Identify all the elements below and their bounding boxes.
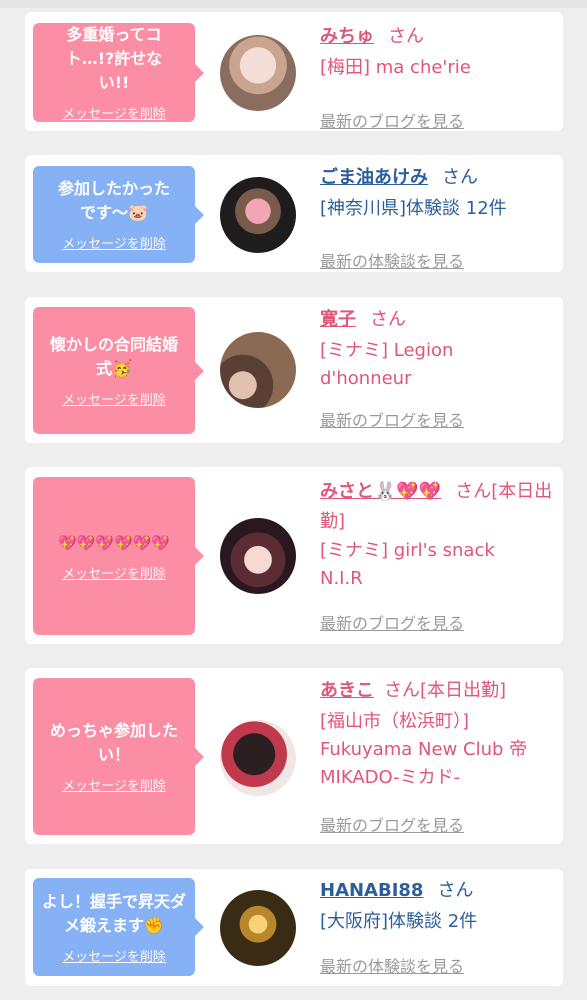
latest-blog-link[interactable]: 最新のブログを見る xyxy=(320,812,464,836)
latest-blog-link[interactable]: 最新のブログを見る xyxy=(320,610,464,634)
avatar[interactable] xyxy=(220,518,296,594)
delete-message-link[interactable]: メッセージを削除 xyxy=(62,389,166,408)
latest-review-link[interactable]: 最新の体験談を見る xyxy=(320,953,464,977)
latest-blog-link[interactable]: 最新のブログを見る xyxy=(320,108,464,132)
profile-name-link[interactable]: みさと🐰💖💖 xyxy=(320,481,441,502)
name-line: 寛子 さん xyxy=(320,307,555,333)
name-suffix: さん xyxy=(442,167,478,188)
profile-info: ごま油あけみ さん [神奈川県]体験談 12件 最新の体験談を見る xyxy=(320,165,555,271)
profile-info: 寛子 さん [ミナミ] Legion d'honneur 最新のブログを見る xyxy=(320,307,555,437)
name-suffix: さん[本日出勤] xyxy=(384,680,507,701)
name-suffix: さん xyxy=(437,880,474,901)
name-line: みちゅ さん xyxy=(320,24,555,50)
shop-label: [神奈川県]体験談 12件 xyxy=(320,198,507,219)
profile-name-link[interactable]: 寛子 xyxy=(320,309,356,330)
message-text: 多重婚ってコト…!?許せない!! xyxy=(65,25,163,92)
profile-name-link[interactable]: HANABI88 xyxy=(320,880,423,901)
shop-label: [ミナミ] girl's snack N.I.R xyxy=(320,540,495,589)
name-line: ごま油あけみ さん xyxy=(320,165,555,191)
message-card: 多重婚ってコト…!?許せない!! メッセージを削除 みちゅ さん [梅田] ma … xyxy=(25,12,563,131)
avatar[interactable] xyxy=(220,890,296,966)
avatar[interactable] xyxy=(220,177,296,253)
name-line: あきこ さん[本日出勤] xyxy=(320,678,555,704)
latest-blog-link[interactable]: 最新のブログを見る xyxy=(320,407,464,431)
delete-message-link[interactable]: メッセージを削除 xyxy=(62,233,166,252)
name-line: HANABI88 さん xyxy=(320,878,555,904)
message-bubble: 💖💖💖💖💖💖 メッセージを削除 xyxy=(33,477,204,635)
profile-info: あきこ さん[本日出勤] [福山市（松浜町）] Fukuyama New Club… xyxy=(320,678,555,838)
profile-name-link[interactable]: ごま油あけみ xyxy=(320,167,428,188)
shop-label: [大阪府]体験談 2件 xyxy=(320,911,478,932)
latest-review-link[interactable]: 最新の体験談を見る xyxy=(320,248,464,272)
message-bubble: 懐かしの合同結婚式🥳 メッセージを削除 xyxy=(33,307,204,434)
profile-info: みさと🐰💖💖 さん[本日出勤] [ミナミ] girl's snack N.I.R … xyxy=(320,477,555,637)
message-text: よし！握手で昇天ダメ鍛えます✊ xyxy=(41,891,186,935)
shop-label: [福山市（松浜町）] Fukuyama New Club 帝 MIKADO-ミカ… xyxy=(320,711,528,788)
message-bubble: よし！握手で昇天ダメ鍛えます✊ メッセージを削除 xyxy=(33,878,204,976)
message-card: 💖💖💖💖💖💖 メッセージを削除 みさと🐰💖💖 さん[本日出勤] [ミナミ] gir… xyxy=(25,467,563,644)
message-text: 参加したかったです～🐷 xyxy=(57,179,170,222)
delete-message-link[interactable]: メッセージを削除 xyxy=(62,775,166,794)
delete-message-link[interactable]: メッセージを削除 xyxy=(62,103,166,122)
profile-info: HANABI88 さん [大阪府]体験談 2件 最新の体験談を見る xyxy=(320,878,555,978)
message-card: 参加したかったです～🐷 メッセージを削除 ごま油あけみ さん [神奈川県]体験談 … xyxy=(25,155,563,272)
message-bubble: 多重婚ってコト…!?許せない!! メッセージを削除 xyxy=(33,23,204,122)
shop-label: [ミナミ] Legion d'honneur xyxy=(320,340,454,389)
message-text: 💖💖💖💖💖💖 xyxy=(57,533,171,552)
name-line: みさと🐰💖💖 さん[本日出勤] xyxy=(320,477,555,537)
message-text: めっちゃ参加したい！ xyxy=(49,721,178,764)
delete-message-link[interactable]: メッセージを削除 xyxy=(62,946,166,965)
delete-message-link[interactable]: メッセージを削除 xyxy=(62,563,166,582)
message-card: めっちゃ参加したい！ メッセージを削除 あきこ さん[本日出勤] [福山市（松浜町… xyxy=(25,668,563,844)
message-bubble: 参加したかったです～🐷 メッセージを削除 xyxy=(33,166,204,263)
message-card: 懐かしの合同結婚式🥳 メッセージを削除 寛子 さん [ミナミ] Legion d'… xyxy=(25,297,563,443)
shop-label: [梅田] ma che'rie xyxy=(320,57,471,78)
message-bubble: めっちゃ参加したい！ メッセージを削除 xyxy=(33,678,204,835)
name-suffix: さん xyxy=(370,309,406,330)
profile-name-link[interactable]: あきこ xyxy=(320,680,374,701)
profile-info: みちゅ さん [梅田] ma che'rie 最新のブログを見る xyxy=(320,24,555,131)
avatar[interactable] xyxy=(220,332,296,408)
avatar[interactable] xyxy=(220,35,296,111)
message-text: 懐かしの合同結婚式🥳 xyxy=(49,335,178,378)
name-suffix: さん xyxy=(388,26,424,47)
top-strip xyxy=(0,0,587,8)
avatar[interactable] xyxy=(220,720,296,796)
profile-name-link[interactable]: みちゅ xyxy=(320,26,374,47)
message-card: よし！握手で昇天ダメ鍛えます✊ メッセージを削除 HANABI88 さん [大阪府… xyxy=(25,869,563,986)
